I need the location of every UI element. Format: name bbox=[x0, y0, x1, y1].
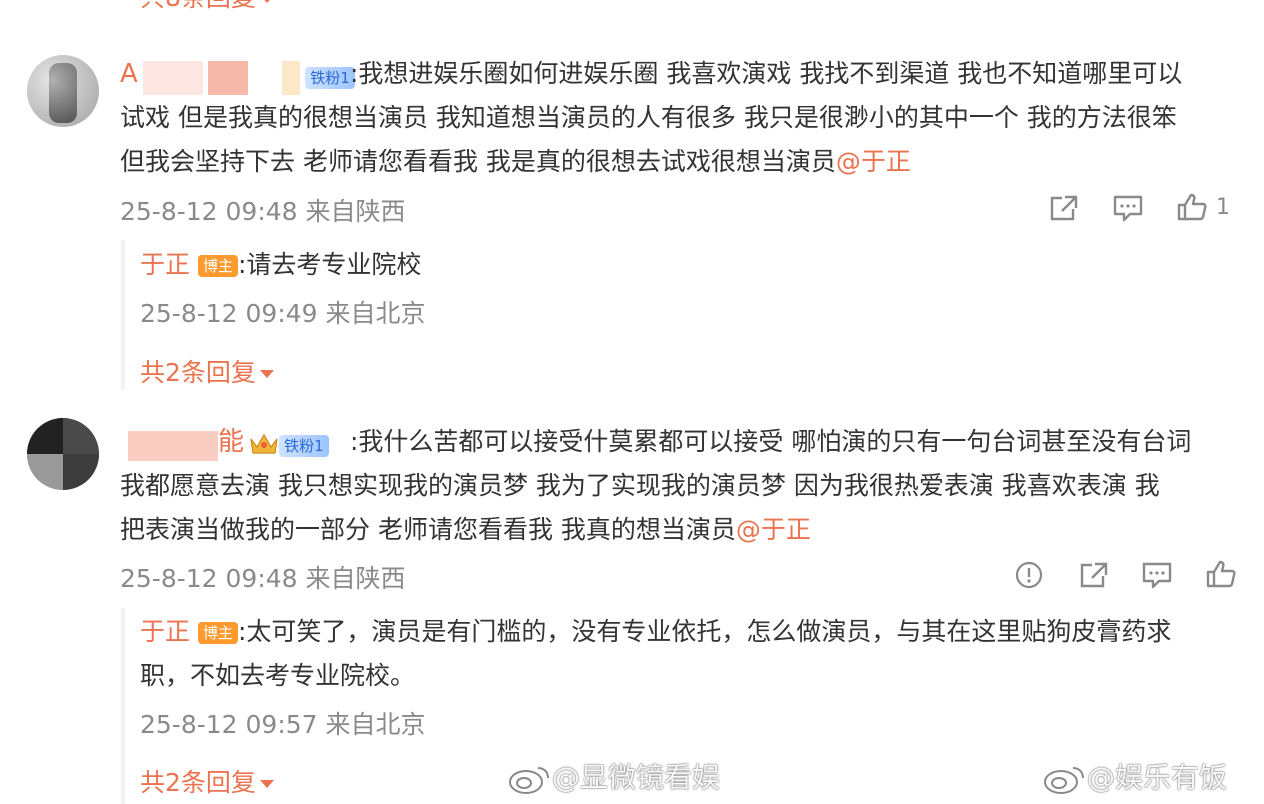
comment-meta: 25-8-12 09:48 来自陕西 bbox=[120, 564, 406, 593]
comment-text: 把表演当做我的一部分 老师请您看看我 我真的想当演员 bbox=[120, 515, 736, 544]
like-icon[interactable] bbox=[1176, 192, 1208, 222]
weibo-logo-icon bbox=[1044, 767, 1084, 794]
watermark-text: @娱乐有饭 bbox=[1087, 761, 1228, 794]
comment-text: 但我会坚持下去 老师请您看看我 我是真的很想去试戏很想当演员 bbox=[120, 147, 836, 176]
more-replies-label: 共2条回复 bbox=[140, 358, 256, 387]
fan-badge: 铁粉1 bbox=[305, 66, 355, 89]
share-icon[interactable] bbox=[1078, 560, 1110, 590]
chevron-down-icon bbox=[259, 780, 274, 788]
like-icon[interactable] bbox=[1205, 559, 1237, 589]
chevron-down-icon bbox=[259, 370, 274, 378]
reply-header: 于正 博主:请去考专业院校 bbox=[140, 243, 421, 287]
username[interactable]: A bbox=[120, 59, 138, 89]
avatar[interactable] bbox=[27, 418, 99, 490]
comment-text-line: :我想进娱乐圈如何进娱乐圈 我喜欢演戏 我找不到渠道 我也不知道哪里可以 bbox=[350, 59, 1183, 88]
redacted-name bbox=[207, 60, 248, 95]
reply-author[interactable]: 于正 bbox=[140, 250, 190, 279]
watermark: @娱乐有饭 bbox=[1043, 756, 1227, 796]
host-badge: 博主 bbox=[197, 255, 238, 277]
reply-header: 于正 博主:太可笑了，演员是有门槛的，没有专业依托，怎么做演员，与其在这里贴狗皮… bbox=[140, 610, 1171, 654]
fan-badge: 铁粉1 bbox=[279, 434, 329, 457]
comment-icon[interactable] bbox=[1112, 193, 1144, 223]
redacted-name bbox=[142, 60, 203, 95]
reply-meta: 25-8-12 09:57 来自北京 bbox=[140, 710, 426, 739]
comment-header: A 铁粉1 bbox=[120, 52, 355, 96]
redacted-name bbox=[282, 60, 301, 95]
avatar[interactable] bbox=[27, 55, 99, 127]
watermark: @显微镜看娱 bbox=[508, 756, 720, 796]
host-badge: 博主 bbox=[197, 622, 238, 644]
crown-icon bbox=[249, 431, 279, 461]
reply-text: :太可笑了，演员是有门槛的，没有专业依托，怎么做演员，与其在这里贴狗皮膏药求 bbox=[237, 617, 1172, 646]
reply-divider bbox=[121, 608, 125, 804]
comment-text-line: 但我会坚持下去 老师请您看看我 我是真的很想去试戏很想当演员@于正 bbox=[120, 140, 911, 184]
reply-text-line: 职，不如去考专业院校。 bbox=[140, 661, 416, 690]
comment-text-line: 我都愿意去演 我只想实现我的演员梦 我为了实现我的演员梦 因为我很热爱表演 我喜… bbox=[120, 471, 1160, 500]
comment-header: 能 铁粉1 bbox=[128, 420, 329, 464]
chevron-down-icon bbox=[259, 0, 274, 3]
more-replies-label: 共8条回复 bbox=[140, 0, 256, 12]
mention-link[interactable]: @于正 bbox=[736, 515, 811, 544]
like-count: 1 bbox=[1216, 195, 1230, 220]
comment-text-line: :我什么苦都可以接受什莫累都可以接受 哪怕演的只有一句台词甚至没有台词 bbox=[350, 427, 1192, 456]
more-replies-link-top[interactable]: 共8条回复 bbox=[140, 0, 274, 14]
watermark-text: @显微镜看娱 bbox=[552, 761, 721, 794]
reply-author[interactable]: 于正 bbox=[140, 617, 190, 646]
username[interactable]: 能 bbox=[218, 427, 244, 457]
comment-text-line: 试戏 但是我真的很想当演员 我知道想当演员的人有很多 我只是很渺小的其中一个 我… bbox=[120, 103, 1177, 132]
mention-link[interactable]: @于正 bbox=[836, 147, 911, 176]
more-replies-label: 共2条回复 bbox=[140, 768, 256, 797]
reply-divider bbox=[121, 240, 125, 390]
weibo-logo-icon bbox=[509, 767, 549, 794]
comment-text-line: 把表演当做我的一部分 老师请您看看我 我真的想当演员@于正 bbox=[120, 508, 811, 552]
share-icon[interactable] bbox=[1048, 193, 1080, 223]
comment-icon[interactable] bbox=[1141, 560, 1173, 590]
report-icon[interactable] bbox=[1014, 560, 1044, 590]
reply-meta: 25-8-12 09:49 来自北京 bbox=[140, 299, 426, 328]
reply-text: :请去考专业院校 bbox=[237, 250, 422, 279]
comment-meta: 25-8-12 09:48 来自陕西 bbox=[120, 197, 406, 226]
more-replies-link[interactable]: 共2条回复 bbox=[140, 353, 274, 389]
more-replies-link[interactable]: 共2条回复 bbox=[140, 763, 274, 799]
redacted-name bbox=[128, 430, 218, 461]
